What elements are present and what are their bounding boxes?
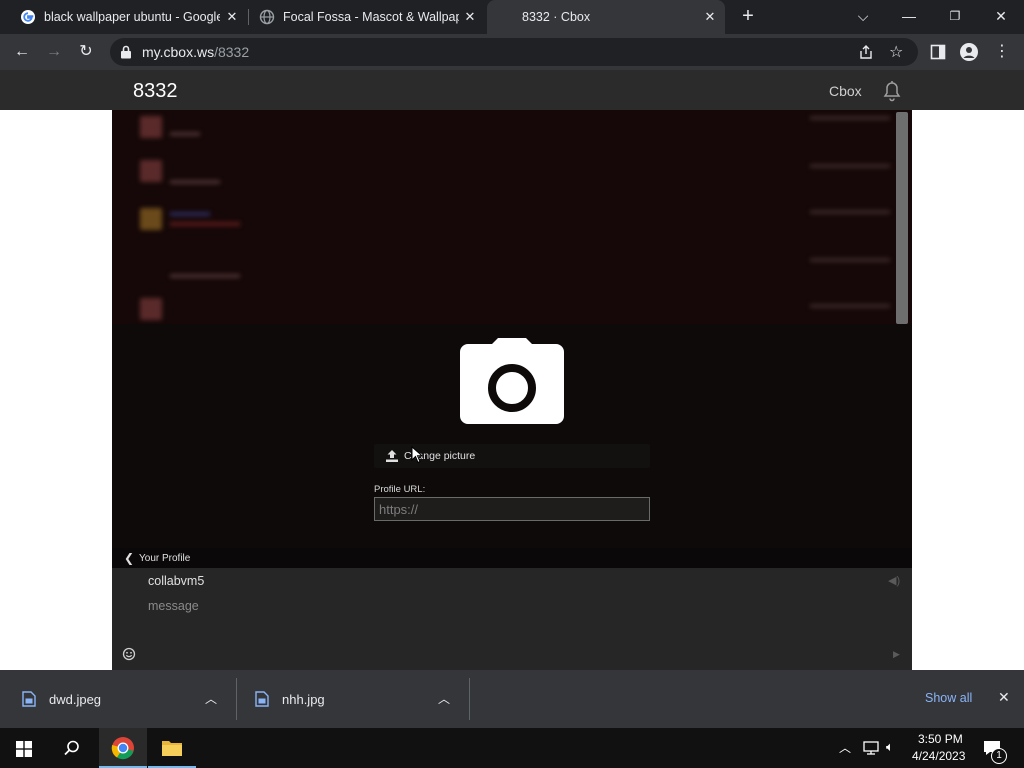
address-bar[interactable]: my.cbox.ws/8332 ☆: [110, 38, 918, 66]
url-text: my.cbox.ws/8332: [142, 44, 249, 60]
notification-count-badge: 1: [991, 748, 1007, 764]
network-icon[interactable]: [863, 741, 879, 755]
minimize-button[interactable]: —: [899, 6, 919, 26]
your-profile-bar[interactable]: ❮ Your Profile: [112, 548, 912, 568]
file-explorer-taskbar-button[interactable]: [148, 728, 196, 768]
chevron-up-icon[interactable]: ︿: [205, 690, 217, 707]
close-tab-icon[interactable]: ✕: [461, 8, 479, 26]
profile-avatar-icon[interactable]: [960, 43, 978, 61]
tab-title: Focal Fossa - Mascot & Wallpape: [283, 10, 459, 24]
browser-tab-strip: black wallpaper ubuntu - Google ✕ Focal …: [0, 0, 1024, 34]
profile-editor: Change picture Profile URL:: [112, 324, 912, 548]
download-shelf: dwd.jpeg ︿ nhh.jpg ︿ Show all ✕: [0, 670, 1024, 728]
url-domain: my.cbox.ws: [142, 44, 215, 60]
chat-frame: Change picture Profile URL: ❮ Your Profi…: [112, 110, 912, 670]
download-item[interactable]: nhh.jpg ︿: [233, 670, 469, 728]
kebab-menu-icon[interactable]: ⋮: [991, 41, 1013, 63]
globe-icon: [259, 9, 275, 25]
close-tab-icon[interactable]: ✕: [223, 8, 241, 26]
username-field[interactable]: collabvm5: [148, 574, 204, 588]
message-composer: collabvm5 ◀) ▶: [112, 568, 912, 670]
list-item: [120, 156, 900, 196]
close-tab-icon[interactable]: ✕: [701, 8, 719, 26]
scrollbar[interactable]: [896, 112, 908, 324]
profile-url-label: Profile URL:: [374, 484, 426, 495]
google-g-icon: [21, 10, 35, 24]
upload-icon: [386, 450, 398, 462]
chrome-taskbar-button[interactable]: [99, 728, 147, 768]
restore-button[interactable]: ❐: [945, 6, 965, 26]
list-item: [120, 204, 900, 244]
windows-taskbar: ︿ 🔈︎ 3:50 PM 4/24/2023 1: [0, 728, 1024, 768]
close-download-shelf-icon[interactable]: ✕: [998, 689, 1010, 706]
message-input[interactable]: [148, 596, 848, 616]
taskbar-time[interactable]: 3:50 PM: [918, 732, 963, 746]
profile-url-input[interactable]: [374, 497, 650, 521]
search-icon[interactable]: [63, 739, 81, 757]
new-tab-button[interactable]: +: [738, 6, 758, 26]
download-divider: [469, 678, 470, 720]
windows-start-icon[interactable]: [16, 741, 32, 757]
show-all-downloads-link[interactable]: Show all: [925, 691, 972, 705]
cbox-header: 8332 Cbox: [0, 70, 1024, 110]
browser-toolbar: ← → ↻ my.cbox.ws/8332 ☆ ⋮: [0, 34, 1024, 70]
list-item: [120, 252, 900, 292]
download-filename: dwd.jpeg: [49, 692, 102, 707]
close-window-button[interactable]: ✕: [991, 6, 1011, 26]
download-filename: nhh.jpg: [282, 692, 325, 707]
image-file-icon: [255, 691, 269, 707]
tab-cbox[interactable]: 8332 · Cbox ✕: [487, 0, 725, 34]
share-icon[interactable]: [858, 44, 874, 60]
chevron-left-icon[interactable]: ❮: [124, 552, 134, 564]
page-title: 8332: [133, 80, 178, 102]
folder-icon: [162, 741, 182, 756]
tab-google-search[interactable]: black wallpaper ubuntu - Google ✕: [0, 0, 248, 34]
image-file-icon: [22, 691, 36, 707]
list-item: [120, 112, 900, 152]
tab-focal-fossa[interactable]: Focal Fossa - Mascot & Wallpape ✕: [249, 0, 487, 34]
camera-icon[interactable]: [460, 336, 564, 426]
chevron-up-icon[interactable]: ︿: [839, 739, 851, 756]
chevron-up-icon[interactable]: ︿: [438, 690, 450, 707]
chrome-icon: [111, 737, 134, 760]
speaker-icon[interactable]: ◀): [888, 574, 900, 587]
page-viewport: 8332 Cbox Change picture Profile URL: ht…: [0, 70, 1024, 670]
tab-title: black wallpaper ubuntu - Google: [44, 10, 220, 24]
reload-icon[interactable]: ↻: [75, 41, 97, 63]
send-arrow-icon[interactable]: ▶: [893, 649, 900, 660]
url-path: /8332: [214, 44, 250, 60]
your-profile-label[interactable]: Your Profile: [139, 553, 190, 564]
bell-icon[interactable]: [880, 78, 904, 102]
message-list-blurred: [112, 110, 912, 324]
download-item[interactable]: dwd.jpeg ︿: [0, 670, 236, 728]
side-panel-icon[interactable]: [930, 44, 946, 60]
taskbar-date[interactable]: 4/24/2023: [912, 749, 965, 763]
mouse-cursor-icon: [411, 446, 423, 464]
lock-icon[interactable]: [120, 45, 132, 59]
forward-arrow-icon[interactable]: →: [43, 41, 65, 63]
back-arrow-icon[interactable]: ←: [11, 41, 33, 63]
tab-search-chevron-icon[interactable]: ⌵: [853, 6, 873, 26]
volume-icon[interactable]: 🔈︎: [886, 739, 894, 755]
bookmark-star-icon[interactable]: ☆: [889, 42, 903, 62]
brand-link[interactable]: Cbox: [829, 83, 862, 99]
smiley-icon[interactable]: [122, 647, 136, 661]
tab-title: 8332 · Cbox: [522, 10, 591, 24]
